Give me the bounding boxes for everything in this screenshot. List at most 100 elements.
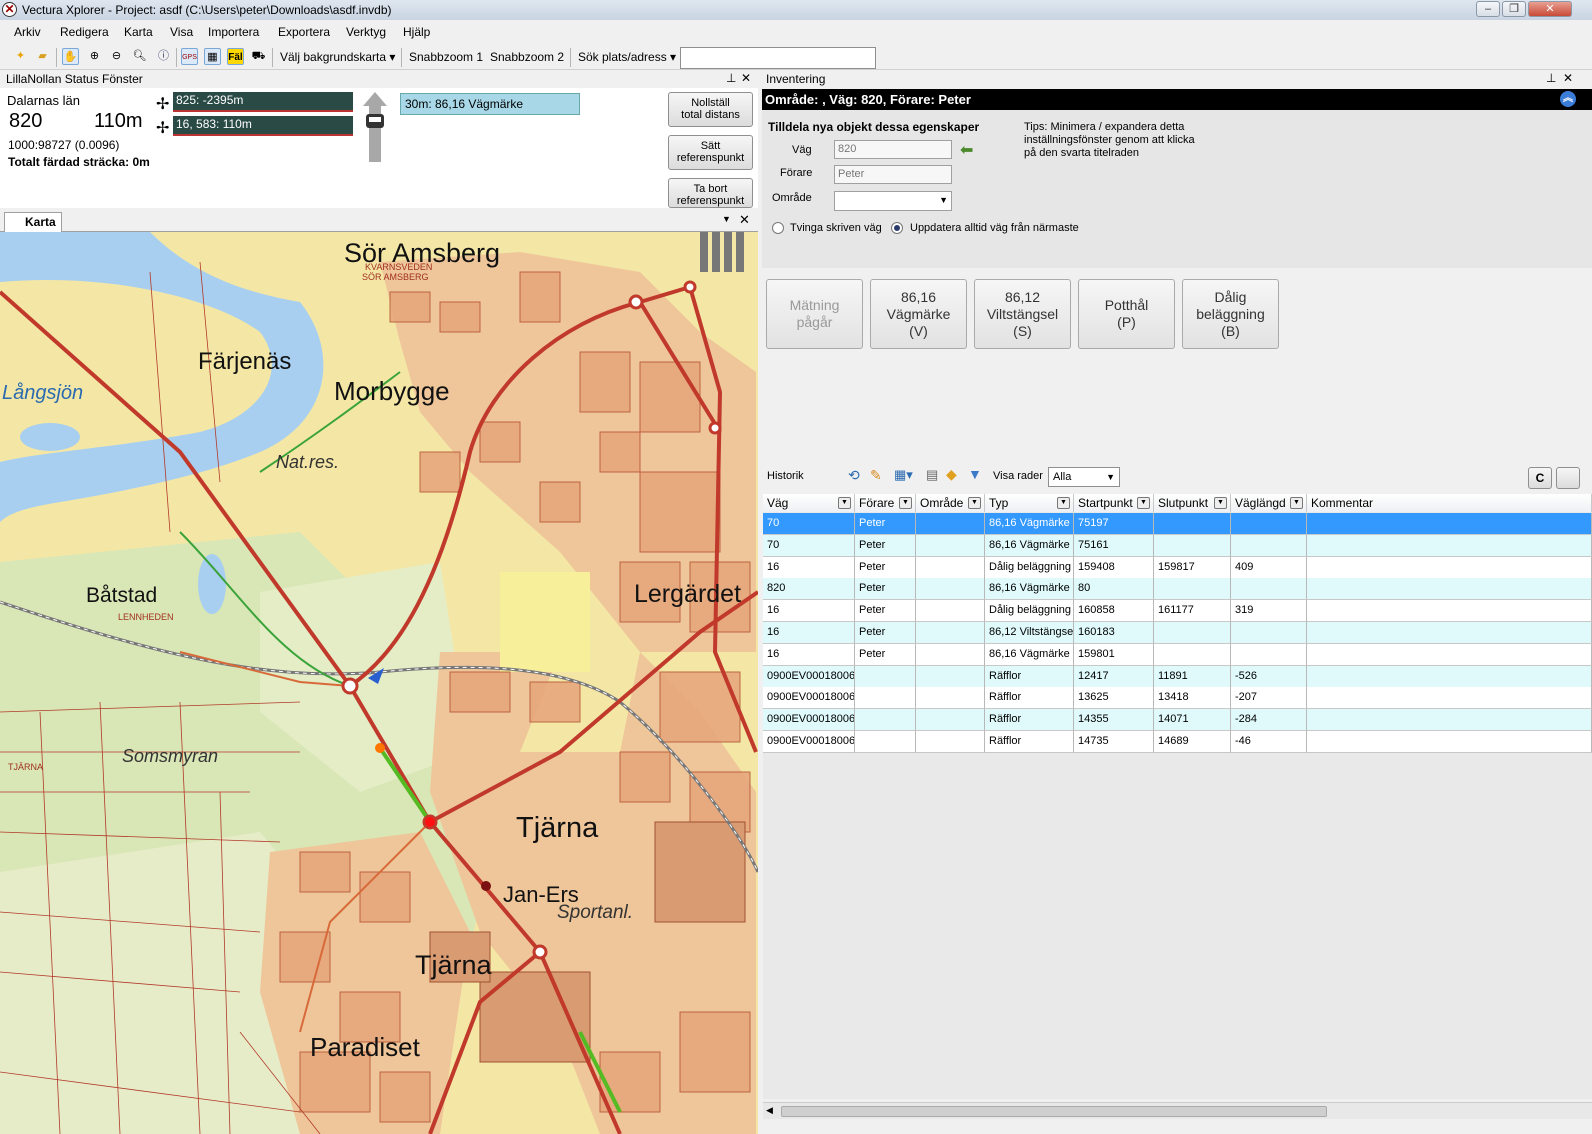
dalig-belaggning-button[interactable]: Dålig beläggning (B) xyxy=(1182,279,1279,349)
pan-hand-icon[interactable]: ✋ xyxy=(62,48,79,65)
col-header-slutpunkt[interactable]: Slutpunkt ▼ xyxy=(1154,494,1231,512)
gps-icon[interactable]: GPS xyxy=(181,48,198,65)
next-object-box: 30m: 86,16 Vägmärke xyxy=(400,93,580,115)
horizontal-scrollbar[interactable]: ◀ xyxy=(763,1102,1592,1119)
columns-icon[interactable]: ▦▾ xyxy=(894,467,913,483)
table-row[interactable]: 70 Peter 86,16 Vägmärke 75197 xyxy=(763,513,1592,535)
pin-icon[interactable]: ⊥ xyxy=(726,71,736,85)
map-view[interactable]: Sör Amsberg KVARNSVEDEN SÖR AMSBERG Färj… xyxy=(0,232,758,1134)
cell-vag: 16 xyxy=(763,600,855,623)
reset-total-distance-button[interactable]: Nollställ total distans xyxy=(668,92,753,127)
driver-field[interactable]: Peter xyxy=(834,165,952,184)
menu-bar: Arkiv Redigera Karta Visa Importera Expo… xyxy=(0,22,1592,43)
table-row[interactable]: 16 Peter 86,12 Viltstängsel 160183 xyxy=(763,622,1592,644)
table-row[interactable]: 0900EV00018006 Räfflor 14735 14689 -46 xyxy=(763,731,1592,753)
potthal-button[interactable]: Potthål (P) xyxy=(1078,279,1175,349)
new-project-icon[interactable]: ✦ xyxy=(12,48,29,65)
table-row[interactable]: 16 Peter 86,16 Vägmärke 159801 xyxy=(763,643,1592,666)
menu-redigera[interactable]: Redigera xyxy=(60,25,109,39)
tag-icon[interactable]: ◆ xyxy=(946,466,957,483)
quickzoom2-button[interactable]: Snabbzoom 2 xyxy=(490,50,564,64)
cell-forare: Peter xyxy=(855,578,916,601)
table-row[interactable]: 16 Peter Dålig beläggning 160858 161177 319 xyxy=(763,600,1592,623)
pencil-icon[interactable]: ✎ xyxy=(870,467,882,484)
tab-dropdown-icon[interactable]: ▼ xyxy=(722,214,731,224)
map-label-sor-amsberg-small: SÖR AMSBERG xyxy=(362,272,429,282)
cell-startpunkt: 14355 xyxy=(1074,709,1154,732)
remove-reference-point-button[interactable]: Ta bort referenspunkt xyxy=(668,178,753,208)
col-header-forare[interactable]: Förare ▼ xyxy=(855,494,916,512)
vehicle-icon[interactable]: ⛟ xyxy=(250,48,267,65)
filter-icon[interactable]: ▼ xyxy=(968,466,982,482)
vagmarke-button[interactable]: 86,16 Vägmärke (V) xyxy=(870,279,967,349)
fai-icon[interactable]: Fäl xyxy=(227,48,244,65)
measurement-in-progress-button[interactable]: Mätning pågår xyxy=(766,279,863,349)
background-map-dropdown[interactable]: Välj bakgrundskarta ▾ xyxy=(280,50,395,64)
table-row[interactable]: 70 Peter 86,16 Vägmärke 75161 xyxy=(763,534,1592,557)
c-button[interactable]: C xyxy=(1528,467,1552,489)
set-reference-point-button[interactable]: Sätt referenspunkt xyxy=(668,135,753,170)
close-icon[interactable]: ✕ xyxy=(741,71,751,85)
search-input[interactable] xyxy=(680,47,876,69)
col-header-vag[interactable]: Väg ▼ xyxy=(763,494,855,512)
cell-forare: Peter xyxy=(855,513,916,535)
show-rows-select[interactable]: Alla ▼ xyxy=(1048,467,1120,487)
search-place-dropdown[interactable]: Sök plats/adress ▾ xyxy=(578,50,676,64)
scroll-left-icon[interactable]: ◀ xyxy=(766,1105,773,1116)
cell-vag: 0900EV00018006 xyxy=(763,709,855,732)
menu-exportera[interactable]: Exportera xyxy=(278,25,330,39)
inventory-title-bar[interactable]: Område: , Väg: 820, Förare: Peter ︽ xyxy=(762,89,1592,110)
cell-omrade xyxy=(916,578,985,601)
area-select[interactable]: ▼ xyxy=(834,191,952,211)
road-field[interactable]: 820 xyxy=(834,140,952,159)
map-label-langsion: Långsjön xyxy=(2,382,84,404)
close-button[interactable]: ✕ xyxy=(1528,1,1572,17)
minimize-button[interactable]: – xyxy=(1476,1,1500,17)
menu-importera[interactable]: Importera xyxy=(208,25,259,39)
viltstangsel-button[interactable]: 86,12 Viltstängsel (S) xyxy=(974,279,1071,349)
zoom-in-icon[interactable]: ⊕ xyxy=(86,48,103,65)
cell-slutpunkt: 14071 xyxy=(1154,709,1231,732)
radio-update-road[interactable] xyxy=(891,222,903,234)
table-row[interactable]: 0900EV00018006 Räfflor 14355 14071 -284 xyxy=(763,709,1592,732)
zoom-magnifier-icon[interactable]: 🔍︎ xyxy=(131,48,148,65)
maximize-button[interactable]: ❐ xyxy=(1502,1,1526,17)
menu-karta[interactable]: Karta xyxy=(124,25,153,39)
col-header-vaglangd[interactable]: Väglängd ▼ xyxy=(1231,494,1307,512)
info-icon[interactable]: ⓘ xyxy=(155,48,172,65)
table-row[interactable]: 0900EV00018006 Räfflor 12417 11891 -526 xyxy=(763,665,1592,688)
table-row[interactable]: 16 Peter Dålig beläggning 159408 159817 409 xyxy=(763,556,1592,579)
inventory-panel-title: Inventering xyxy=(766,72,826,86)
cell-slutpunkt xyxy=(1154,643,1231,666)
col-header-typ[interactable]: Typ ▼ xyxy=(985,494,1074,512)
quickzoom1-button[interactable]: Snabbzoom 1 xyxy=(409,50,483,64)
scroll-thumb[interactable] xyxy=(781,1106,1327,1117)
menu-arkiv[interactable]: Arkiv xyxy=(14,25,41,39)
open-folder-icon[interactable]: ▰ xyxy=(34,48,51,65)
cell-typ: 86,12 Viltstängsel xyxy=(985,622,1074,644)
table-row[interactable]: 820 Peter 86,16 Vägmärke 80 xyxy=(763,578,1592,601)
table-header: Väg ▼ Förare ▼ Område ▼ Typ ▼ Startpunkt ▼ Sl… xyxy=(763,494,1592,512)
close-map-icon[interactable]: ✕ xyxy=(739,212,750,228)
zoom-out-icon[interactable]: ⊖ xyxy=(108,48,125,65)
map-select-icon[interactable]: ▦ xyxy=(204,48,221,65)
map-label-lergardet: Lergärdet xyxy=(634,580,742,608)
menu-visa[interactable]: Visa xyxy=(170,25,193,39)
refresh-icon[interactable]: ⟲ xyxy=(848,467,860,484)
inventory-pin-icon[interactable]: ⊥ xyxy=(1546,71,1556,85)
col-header-startpunkt[interactable]: Startpunkt ▼ xyxy=(1074,494,1154,512)
col-header-kommentar[interactable]: Kommentar xyxy=(1307,494,1592,512)
collapse-icon[interactable]: ︽ xyxy=(1560,91,1576,107)
tab-karta[interactable]: Karta xyxy=(4,212,62,232)
arrow-left-icon[interactable]: ⬅ xyxy=(960,140,982,162)
col-header-omrade[interactable]: Område ▼ xyxy=(916,494,985,512)
inventory-close-icon[interactable]: ✕ xyxy=(1563,71,1573,85)
menu-verktyg[interactable]: Verktyg xyxy=(346,25,386,39)
list-icon[interactable]: ▤ xyxy=(926,467,938,483)
menu-hjalp[interactable]: Hjälp xyxy=(403,25,430,39)
radio-force-road[interactable] xyxy=(772,222,784,234)
cell-slutpunkt: 159817 xyxy=(1154,556,1231,579)
z-button[interactable] xyxy=(1556,467,1580,489)
cell-forare xyxy=(855,731,916,753)
table-row[interactable]: 0900EV00018006 Räfflor 13625 13418 -207 xyxy=(763,687,1592,710)
